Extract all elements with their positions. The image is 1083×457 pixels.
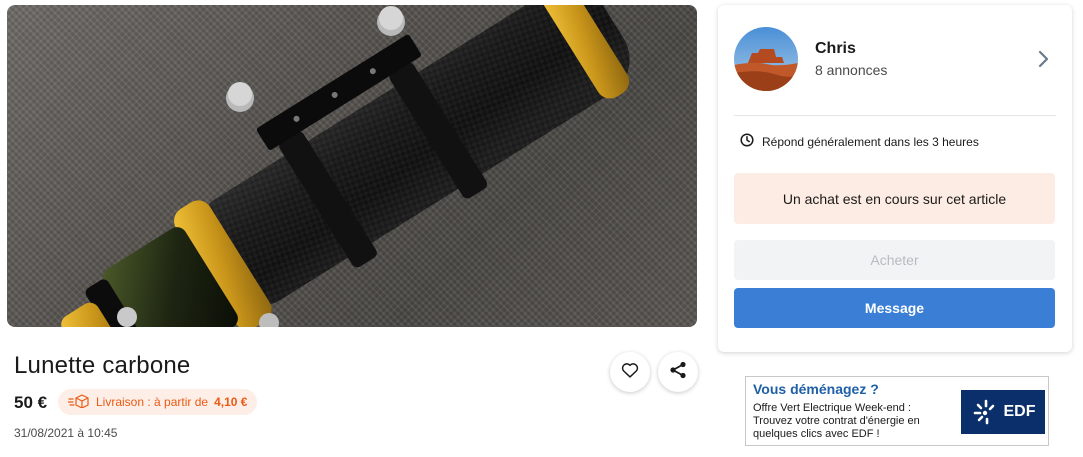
advertisement[interactable]: Vous déménagez ? Offre Vert Electrique W…: [745, 376, 1049, 446]
product-title: Lunette carbone: [14, 352, 191, 379]
divider: [734, 115, 1056, 116]
delivery-badge: Livraison : à partir de 4,10 €: [58, 389, 258, 415]
ad-text-line: Offre Vert Electrique Week-end :: [753, 402, 911, 414]
chevron-right-icon: [1038, 49, 1050, 74]
delivery-price: 4,10 €: [214, 395, 248, 409]
delivery-box-icon: [67, 393, 90, 411]
message-button[interactable]: Message: [734, 288, 1055, 328]
clock-icon: [740, 133, 754, 150]
ad-text: Offre Vert Electrique Week-end : Trouvez…: [753, 402, 953, 441]
ad-text-line: Trouvez votre contrat d'énergie en: [753, 415, 920, 427]
response-time-label: Répond généralement dans les 3 heures: [762, 134, 979, 149]
product-price: 50 €: [14, 393, 48, 412]
delivery-label: Livraison : à partir de: [96, 395, 209, 409]
seller-name: Chris: [815, 40, 856, 57]
heart-icon: [621, 362, 639, 383]
edf-swirl-icon: [973, 399, 994, 425]
purchase-in-progress-notice: Un achat est en cours sur cet article: [734, 173, 1055, 224]
seller-listing-count: 8 annonces: [815, 62, 888, 78]
share-button[interactable]: [658, 352, 698, 392]
ad-text-line: quelques clics avec EDF !: [753, 428, 880, 440]
edf-logo: EDF: [961, 390, 1045, 434]
telescope-illustration: [61, 5, 630, 327]
avatar: [734, 27, 798, 91]
seller-profile-link[interactable]: Chris 8 annonces: [734, 27, 1056, 91]
edf-logo-text: EDF: [1003, 403, 1036, 420]
response-time: Répond généralement dans les 3 heures: [740, 133, 979, 150]
publication-date: 31/08/2021 à 10:45: [14, 426, 118, 440]
product-photo[interactable]: [7, 5, 697, 327]
favorite-button[interactable]: [610, 352, 650, 392]
share-icon: [669, 361, 687, 384]
ad-title: Vous déménagez ?: [753, 381, 879, 397]
seller-card: Chris 8 annonces Répond généralement dan…: [718, 5, 1072, 352]
buy-button[interactable]: Acheter: [734, 240, 1055, 280]
